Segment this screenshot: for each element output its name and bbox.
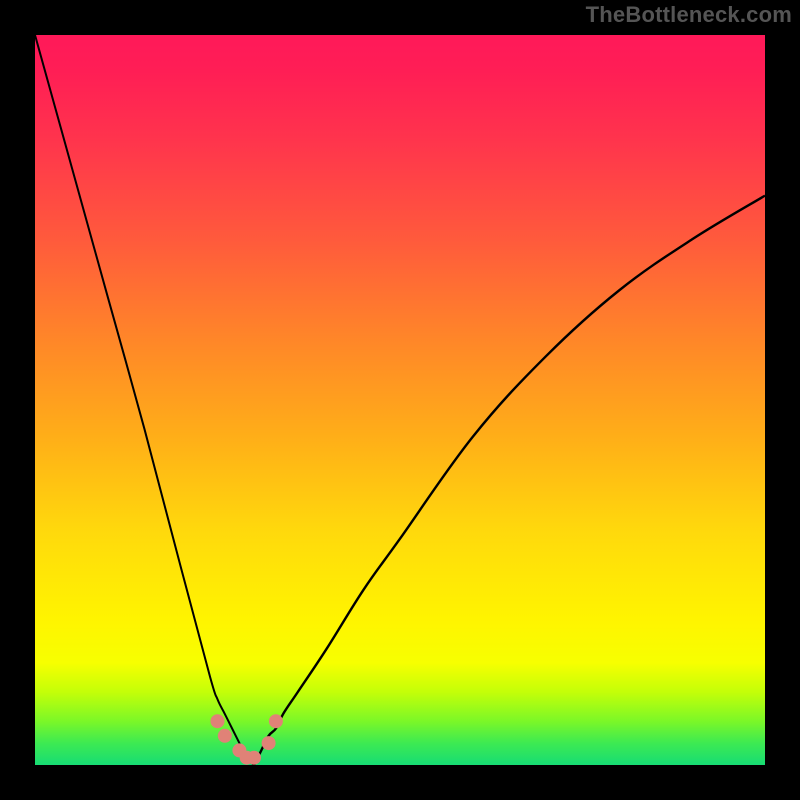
left-curve — [35, 35, 254, 765]
curves-layer — [35, 35, 765, 765]
trough-dot — [218, 729, 232, 743]
chart-frame: TheBottleneck.com — [0, 0, 800, 800]
trough-dot — [262, 736, 276, 750]
right-curve — [254, 196, 765, 765]
plot-area — [35, 35, 765, 765]
trough-dot — [247, 751, 261, 765]
trough-dot — [211, 714, 225, 728]
watermark-label: TheBottleneck.com — [586, 2, 792, 28]
trough-dot — [269, 714, 283, 728]
trough-markers — [211, 714, 283, 765]
